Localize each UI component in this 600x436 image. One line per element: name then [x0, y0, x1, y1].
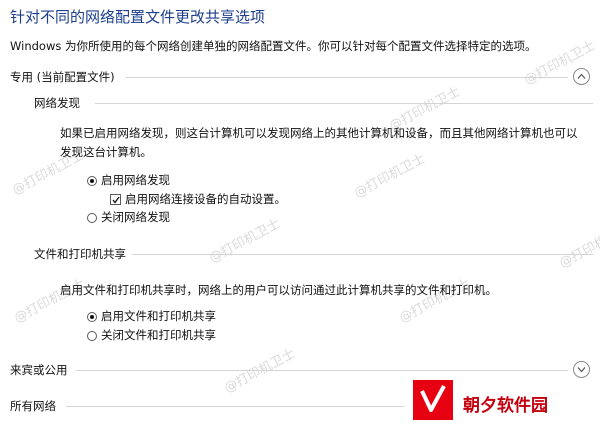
file-printer-sharing-description: 启用文件和打印机共享时，网络上的用户可以访问通过此计算机共享的文件和打印机。 — [60, 283, 497, 297]
brand-logo — [413, 380, 453, 420]
network-discovery-description: 如果已启用网络发现，则这台计算机可以发现网络上的其他计算机和设备，而且其他网络计… — [60, 126, 578, 159]
watermark-text: @打印机卫士 — [206, 216, 283, 267]
check-icon — [112, 196, 120, 204]
section-divider — [95, 103, 593, 104]
all-networks-label: 所有网络 — [10, 399, 56, 413]
disable-network-discovery-label[interactable]: 关闭网络发现 — [101, 208, 170, 227]
enable-network-discovery-radio[interactable] — [87, 176, 97, 186]
section-divider — [126, 77, 568, 78]
disable-file-printer-sharing-label[interactable]: 关闭文件和打印机共享 — [101, 326, 216, 345]
section-divider — [66, 406, 404, 407]
collapse-private-button[interactable] — [573, 68, 590, 85]
chevron-up-icon — [577, 73, 586, 79]
auto-setup-label[interactable]: 启用网络连接设备的自动设置。 — [125, 190, 286, 209]
chevron-down-icon — [577, 367, 586, 373]
page-subtitle: Windows 为你所使用的每个网络创建单独的网络配置文件。你可以针对每个配置文… — [10, 39, 537, 53]
auto-setup-checkbox[interactable] — [110, 194, 121, 205]
watermark-text: @打印机卫士 — [556, 221, 600, 272]
disable-network-discovery-radio[interactable] — [87, 213, 97, 223]
guest-public-label: 来宾或公用 — [10, 363, 68, 377]
private-profile-label: 专用 (当前配置文件) — [10, 70, 115, 84]
brand-name: 朝夕软件园 — [463, 396, 548, 416]
enable-file-printer-sharing-label[interactable]: 启用文件和打印机共享 — [101, 307, 216, 326]
chaoxi-logo-icon — [420, 385, 446, 412]
enable-file-printer-sharing-radio[interactable] — [87, 312, 97, 322]
section-divider — [132, 254, 593, 255]
expand-guest-public-button[interactable] — [573, 361, 590, 378]
network-discovery-heading: 网络发现 — [34, 96, 80, 110]
page-title: 针对不同的网络配置文件更改共享选项 — [10, 8, 266, 26]
section-divider — [76, 370, 568, 371]
enable-network-discovery-label[interactable]: 启用网络发现 — [101, 171, 170, 190]
disable-file-printer-sharing-radio[interactable] — [87, 331, 97, 341]
file-printer-sharing-heading: 文件和打印机共享 — [34, 247, 126, 261]
